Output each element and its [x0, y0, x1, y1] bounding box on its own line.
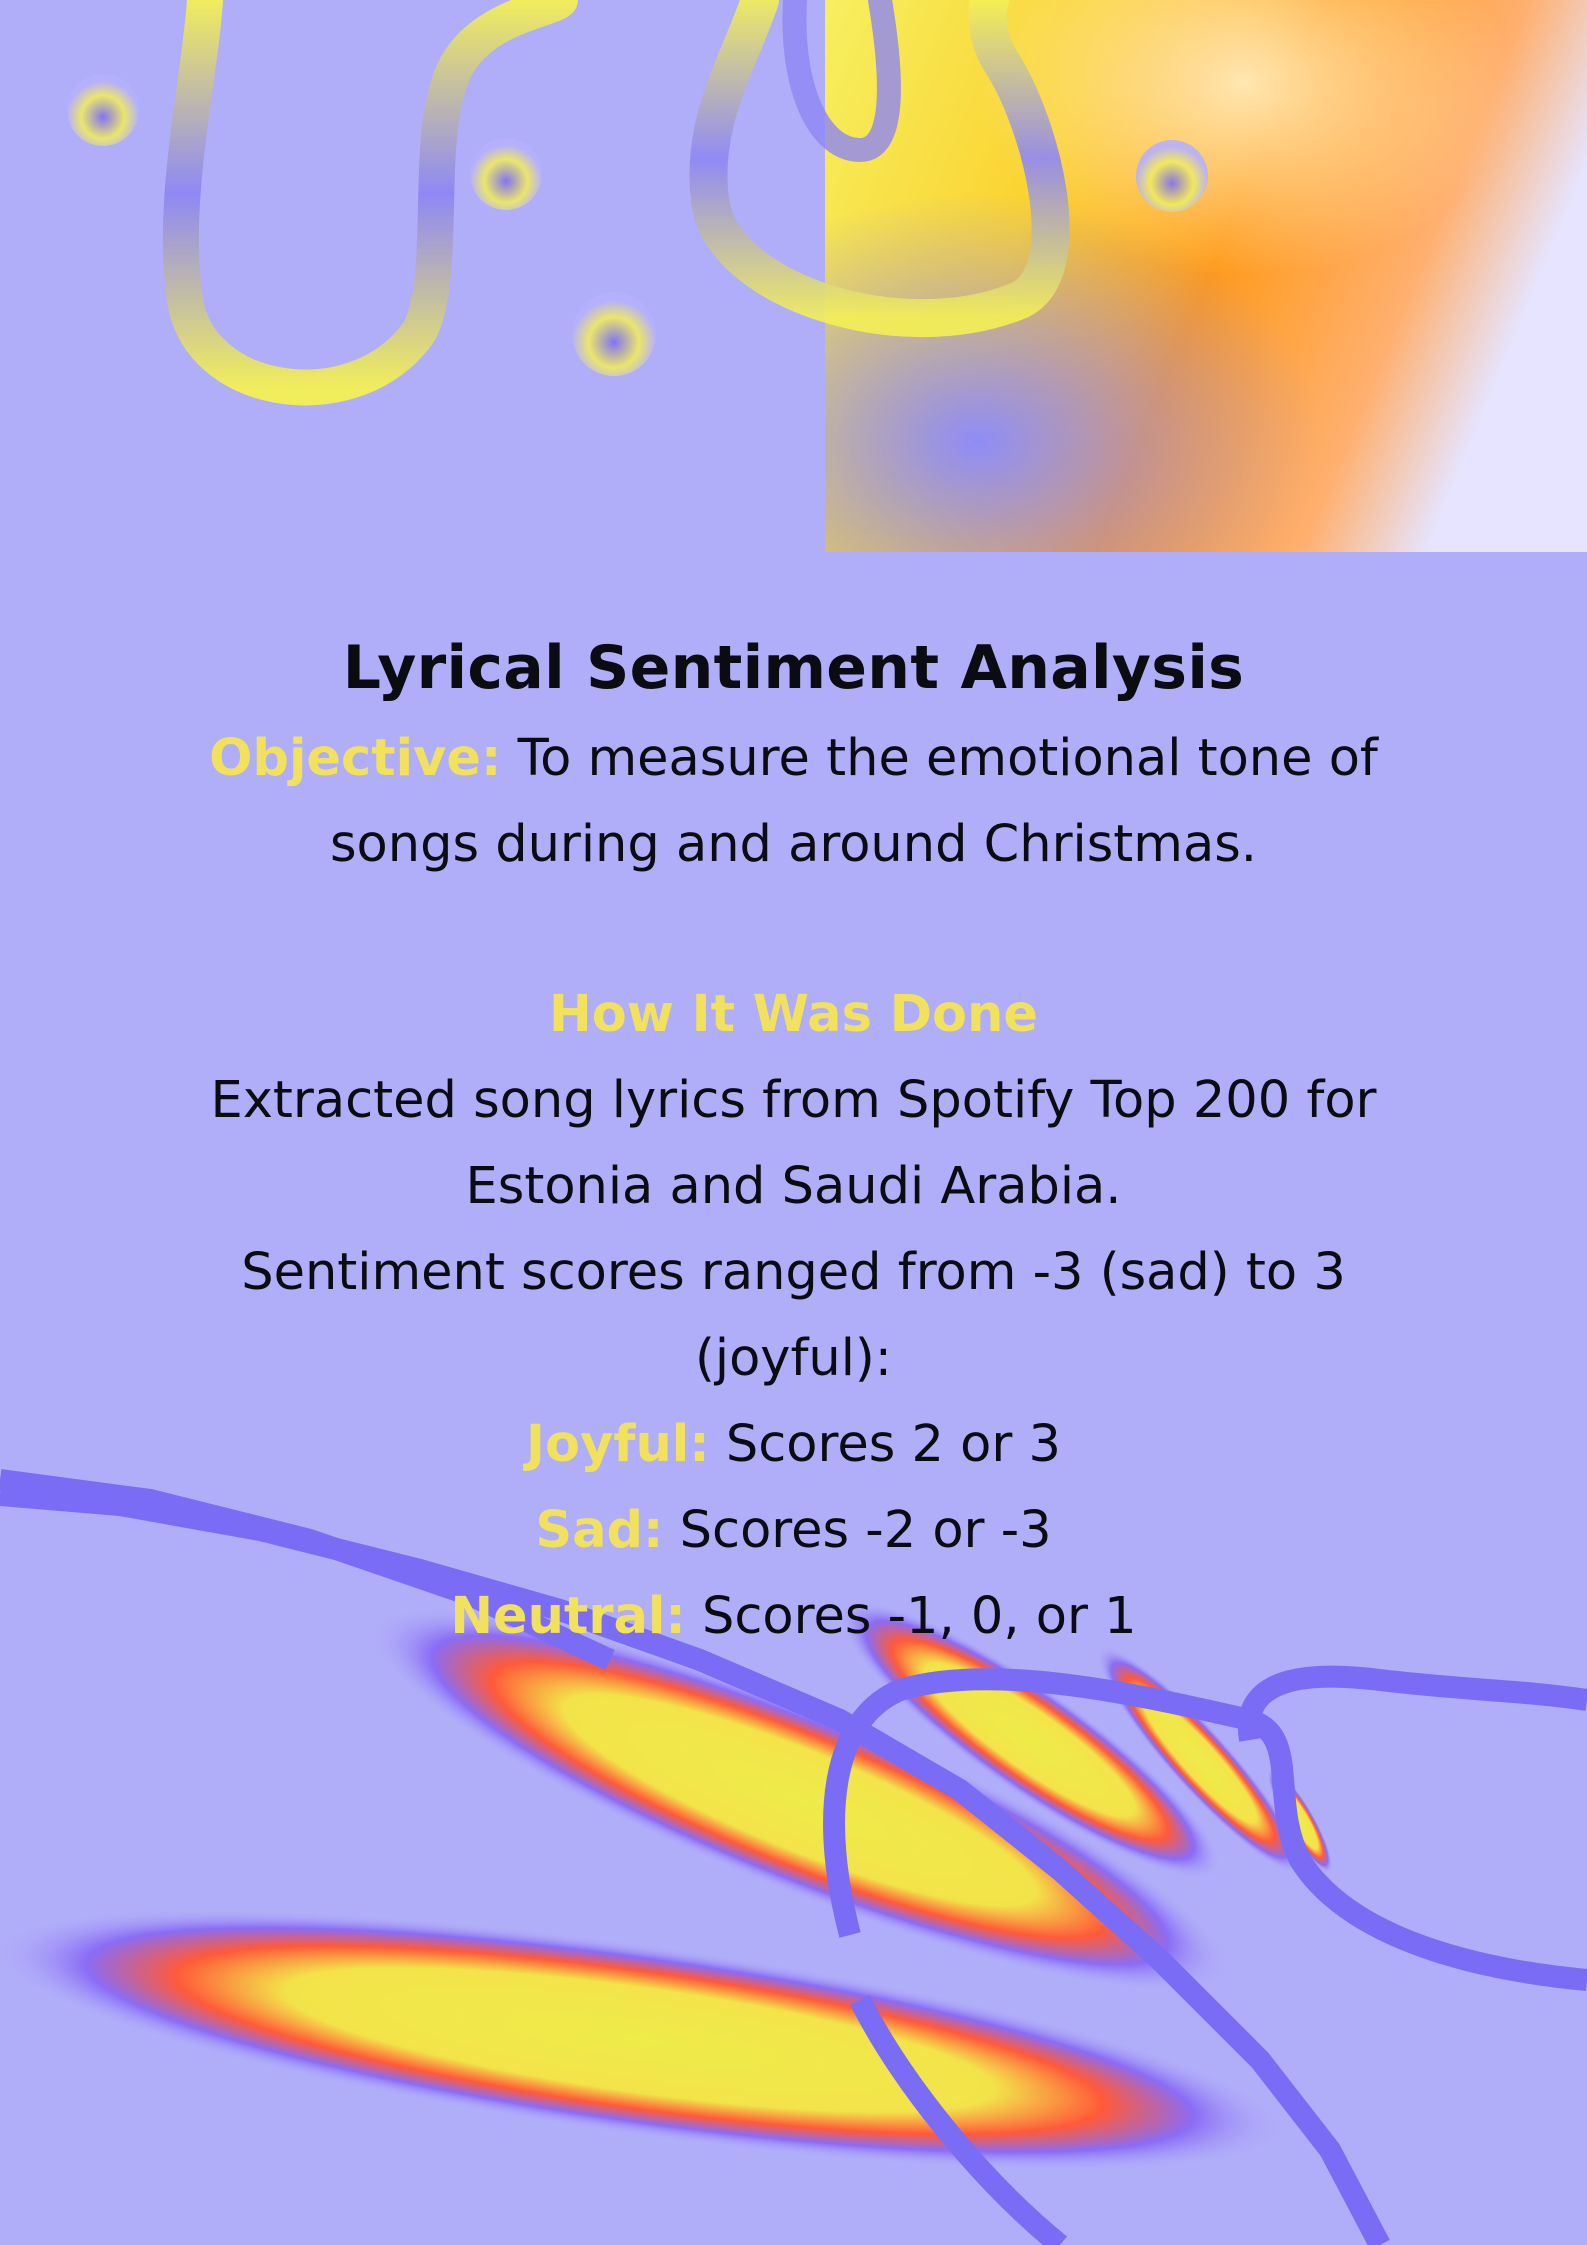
- category-joyful: Joyful: Scores 2 or 3: [0, 1402, 1587, 1488]
- category-neutral: Neutral: Scores -1, 0, or 1: [0, 1574, 1587, 1660]
- objective-label: Objective:: [209, 729, 502, 788]
- category-text: Scores -2 or -3: [679, 1501, 1052, 1560]
- category-text: Scores -1, 0, or 1: [702, 1587, 1137, 1646]
- page-title: Lyrical Sentiment Analysis: [342, 633, 1245, 703]
- category-label: Sad:: [535, 1501, 664, 1560]
- category-sad: Sad: Scores -2 or -3: [0, 1488, 1587, 1574]
- method-block: Extracted song lyrics from Spotify Top 2…: [144, 1058, 1444, 1402]
- category-label: Neutral:: [450, 1587, 686, 1646]
- method-line-1: Extracted song lyrics from Spotify Top 2…: [210, 1071, 1377, 1216]
- content-block: Lyrical Sentiment Analysis Objective: To…: [0, 620, 1587, 1660]
- method-heading: How It Was Done: [549, 985, 1038, 1044]
- method-line-2: Sentiment scores ranged from -3 (sad) to…: [241, 1243, 1346, 1388]
- objective-paragraph: Objective: To measure the emotional tone…: [144, 716, 1444, 888]
- category-text: Scores 2 or 3: [725, 1415, 1061, 1474]
- category-label: Joyful:: [526, 1415, 710, 1474]
